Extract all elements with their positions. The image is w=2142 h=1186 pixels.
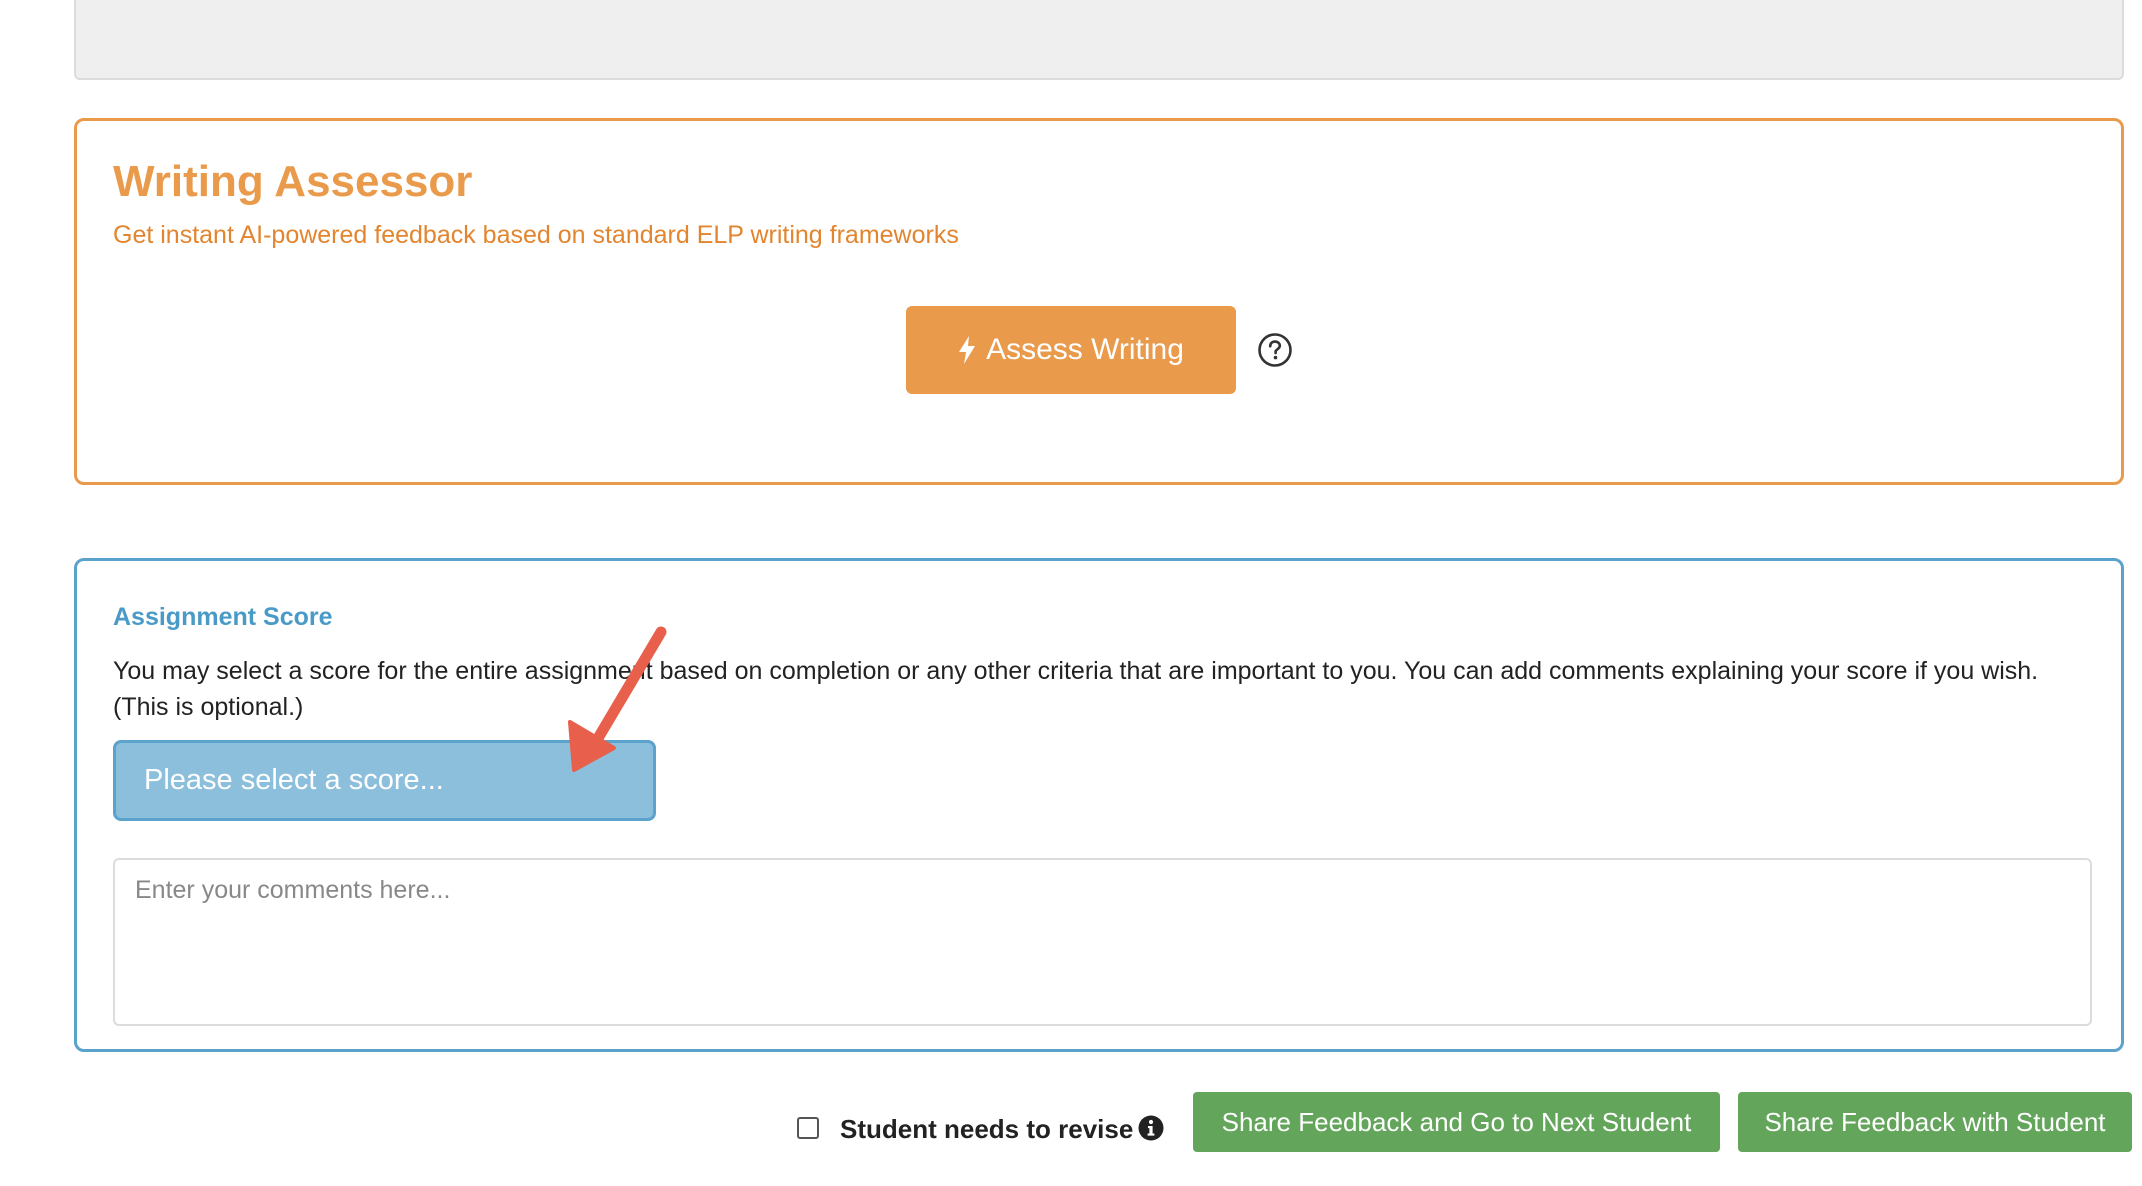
comments-textarea[interactable] <box>113 858 2092 1026</box>
share-feedback-button[interactable]: Share Feedback with Student <box>1738 1092 2132 1152</box>
revise-label: Student needs to revise <box>840 1114 1134 1144</box>
question-circle-icon[interactable] <box>1257 332 1293 368</box>
share-feedback-next-student-button[interactable]: Share Feedback and Go to Next Student <box>1193 1092 1720 1152</box>
score-select[interactable]: Please select a score... <box>113 740 656 821</box>
content-panel <box>74 0 2124 80</box>
writing-assessor-card: Writing Assessor Get instant AI-powered … <box>74 118 2124 485</box>
share-feedback-next-student-label: Share Feedback and Go to Next Student <box>1221 1106 1692 1137</box>
assignment-score-description: You may select a score for the entire as… <box>113 657 2039 721</box>
revise-checkbox[interactable] <box>797 1117 819 1139</box>
writing-assessor-title: Writing Assessor <box>113 157 473 206</box>
lightning-bolt-icon <box>958 336 976 364</box>
info-circle-icon[interactable] <box>1138 1115 1164 1141</box>
assignment-score-title: Assignment Score <box>113 603 333 631</box>
assignment-score-card: Assignment Score You may select a score … <box>74 558 2124 1052</box>
assess-writing-label: Assess Writing <box>986 333 1184 366</box>
assess-writing-button[interactable]: Assess Writing <box>906 306 1236 394</box>
score-select-value: Please select a score... <box>144 764 444 796</box>
writing-assessor-subtitle: Get instant AI-powered feedback based on… <box>113 221 959 249</box>
share-feedback-label: Share Feedback with Student <box>1764 1106 2106 1137</box>
